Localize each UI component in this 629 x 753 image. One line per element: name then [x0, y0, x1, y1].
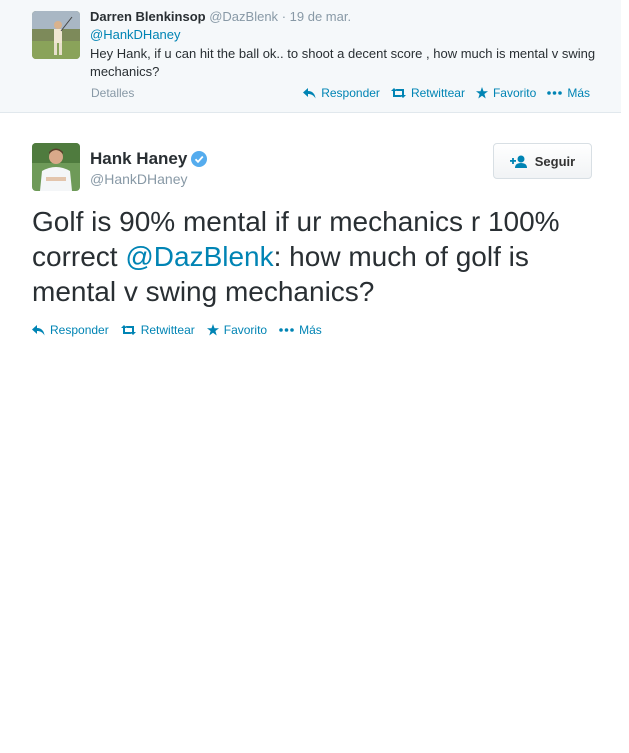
verified-badge-icon — [191, 151, 208, 167]
favorite-label: Favorito — [223, 323, 268, 337]
more-label: Más — [567, 86, 590, 100]
more-button[interactable]: Más — [279, 323, 322, 337]
retweet-icon — [120, 325, 136, 335]
more-button[interactable]: Más — [547, 86, 590, 100]
details-link[interactable]: Detalles — [91, 86, 134, 100]
main-tweet-text: Golf is 90% mental if ur mechanics r 100… — [32, 204, 602, 309]
reply-label: Responder — [50, 323, 109, 337]
main-author-handle[interactable]: @HankDHaney — [90, 171, 187, 187]
follow-label: Seguir — [534, 153, 576, 169]
reply-button[interactable]: Responder — [303, 86, 380, 100]
add-user-icon — [509, 155, 527, 168]
star-icon — [475, 87, 488, 99]
mention-link[interactable]: @DazBlenk — [125, 241, 273, 272]
parent-tweet[interactable]: Darren Blenkinsop @DazBlenk · 19 de mar.… — [0, 0, 621, 113]
author-name[interactable]: Darren Blenkinsop — [90, 9, 206, 24]
reply-label: Responder — [321, 86, 380, 100]
favorite-button[interactable]: Favorito — [206, 323, 268, 337]
favorite-label: Favorito — [492, 86, 537, 100]
parent-tweet-header: Darren Blenkinsop @DazBlenk · 19 de mar. — [90, 9, 351, 24]
retweet-button[interactable]: Retwittear — [120, 323, 195, 337]
reply-icon — [32, 324, 45, 335]
reply-button[interactable]: Responder — [32, 323, 109, 337]
more-dots-icon — [279, 328, 294, 332]
parent-tweet-text: Hey Hank, if u can hit the ball ok.. to … — [90, 46, 596, 79]
mention-link[interactable]: @HankDHaney — [90, 27, 181, 42]
author-handle[interactable]: @DazBlenk — [209, 9, 278, 24]
parent-tweet-actions: Responder Retwittear Favorito Más — [303, 86, 590, 100]
avatar-image — [32, 11, 80, 59]
more-dots-icon — [547, 91, 563, 95]
retweet-icon — [390, 88, 406, 98]
follow-button[interactable]: Seguir — [493, 143, 592, 179]
retweet-label: Retwittear — [410, 86, 465, 100]
retweet-button[interactable]: Retwittear — [390, 86, 465, 100]
avatar-hank[interactable] — [32, 143, 80, 191]
main-author-name[interactable]: Hank Haney — [90, 149, 208, 169]
more-label: Más — [299, 323, 322, 337]
main-author-name-text: Hank Haney — [90, 149, 188, 168]
avatar-image — [32, 143, 80, 191]
tweet-date[interactable]: 19 de mar. — [290, 9, 351, 24]
favorite-button[interactable]: Favorito — [475, 86, 537, 100]
main-tweet-actions: Responder Retwittear Favorito Más — [32, 323, 322, 337]
reply-icon — [303, 87, 316, 98]
retweet-label: Retwittear — [140, 323, 195, 337]
star-icon — [206, 324, 219, 336]
avatar-darren[interactable] — [32, 11, 80, 59]
separator-dot: · — [281, 9, 287, 24]
